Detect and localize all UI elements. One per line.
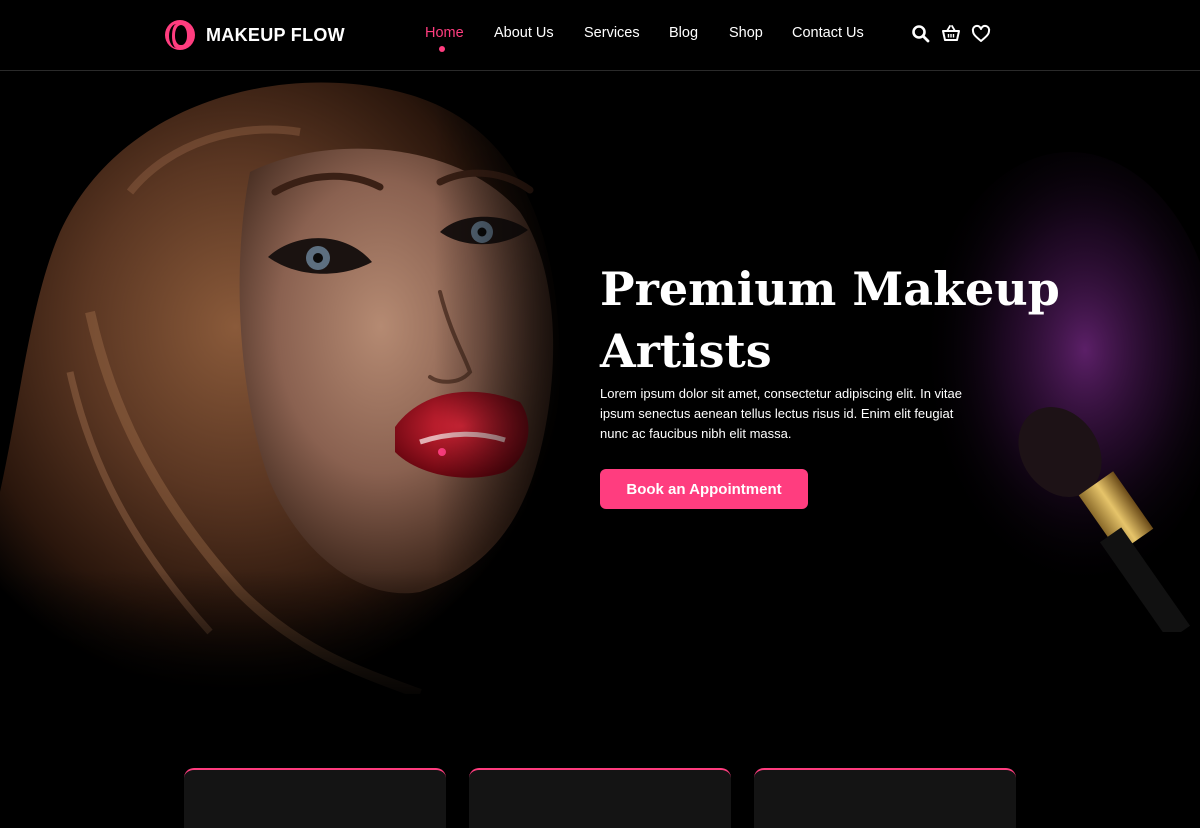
search-icon[interactable] [911,24,931,44]
nav-item-about-us[interactable]: About Us [494,25,554,41]
cart-icon[interactable] [941,24,961,44]
service-card[interactable] [754,768,1016,828]
service-card[interactable] [469,768,731,828]
nav-item-services[interactable]: Services [584,25,640,41]
main-nav: Home About Us Services Blog Shop Contact… [0,25,1200,52]
model-portrait-image [0,72,620,694]
nav-item-home[interactable]: Home [425,25,464,41]
hero-title-line-2: Artists [600,324,772,378]
hero-description: Lorem ipsum dolor sit amet, consectetur … [600,386,963,441]
heart-icon[interactable] [971,24,991,44]
book-appointment-button[interactable]: Book an Appointment [600,469,808,509]
nav-item-contact-us[interactable]: Contact Us [792,25,864,41]
nav-item-blog[interactable]: Blog [669,25,698,41]
hero-section: Premium Makeup Artists Lorem ipsum dolor… [0,72,1200,694]
hero-title: Premium Makeup Artists [600,258,1060,382]
site-header: MAKEUP FLOW Home About Us Services Blog … [0,0,1200,71]
hero-title-line-1: Premium Makeup [600,262,1060,316]
active-nav-indicator [439,46,445,52]
nav-item-shop[interactable]: Shop [729,25,763,41]
service-card[interactable] [184,768,446,828]
